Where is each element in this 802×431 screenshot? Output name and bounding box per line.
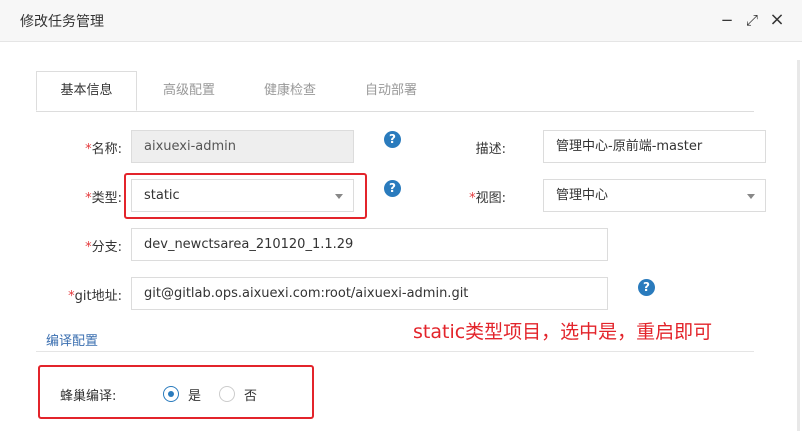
type-help-icon[interactable]: ? bbox=[384, 180, 401, 197]
maximize-icon[interactable]: ⤢ bbox=[743, 11, 761, 29]
name-label: *名称: bbox=[85, 142, 122, 157]
git-url-field[interactable]: git@gitlab.ops.aixuexi.com:root/aixuexi-… bbox=[131, 277, 608, 310]
git-help-icon[interactable]: ? bbox=[638, 279, 655, 296]
hive-compile-no-radio[interactable] bbox=[219, 386, 235, 402]
hive-compile-label: 蜂巢编译: bbox=[60, 389, 117, 404]
view-select-value: 管理中心 bbox=[556, 188, 609, 203]
tab-health-check[interactable]: 健康检查 bbox=[241, 71, 339, 111]
section-divider bbox=[36, 351, 754, 352]
compile-config-section-title[interactable]: 编译配置 bbox=[46, 330, 98, 349]
close-icon[interactable]: × bbox=[768, 11, 786, 29]
type-label: *类型: bbox=[85, 191, 122, 206]
hive-compile-yes-radio[interactable] bbox=[163, 386, 179, 402]
branch-label: *分支: bbox=[85, 240, 122, 255]
branch-field[interactable]: dev_newctsarea_210120_1.1.29 bbox=[131, 228, 608, 261]
tab-basic-info[interactable]: 基本信息 bbox=[36, 71, 137, 111]
chevron-down-icon bbox=[747, 194, 755, 199]
hive-compile-no-label[interactable]: 否 bbox=[244, 385, 257, 404]
annotation-text: static类型项目，选中是，重启即可 bbox=[413, 321, 713, 343]
scrollbar[interactable] bbox=[797, 60, 800, 431]
view-label: *视图: bbox=[469, 191, 506, 206]
name-field[interactable]: aixuexi-admin bbox=[131, 130, 354, 163]
dialog-title: 修改任务管理 bbox=[20, 14, 104, 30]
hive-compile-yes-label[interactable]: 是 bbox=[188, 385, 201, 404]
tab-advanced-config[interactable]: 高级配置 bbox=[140, 71, 238, 111]
view-select[interactable]: 管理中心 bbox=[543, 179, 766, 212]
tab-auto-deploy[interactable]: 自动部署 bbox=[342, 71, 440, 111]
description-label: 描述: bbox=[475, 142, 506, 157]
dialog-titlebar: 修改任务管理 − ⤢ × bbox=[0, 0, 802, 42]
minimize-icon[interactable]: − bbox=[718, 11, 736, 29]
name-help-icon[interactable]: ? bbox=[384, 131, 401, 148]
git-label: *git地址: bbox=[68, 289, 122, 304]
type-highlight-box bbox=[124, 173, 367, 219]
tab-bar: 基本信息 高级配置 健康检查 自动部署 bbox=[36, 71, 754, 112]
description-field[interactable]: 管理中心-原前端-master bbox=[543, 130, 766, 163]
